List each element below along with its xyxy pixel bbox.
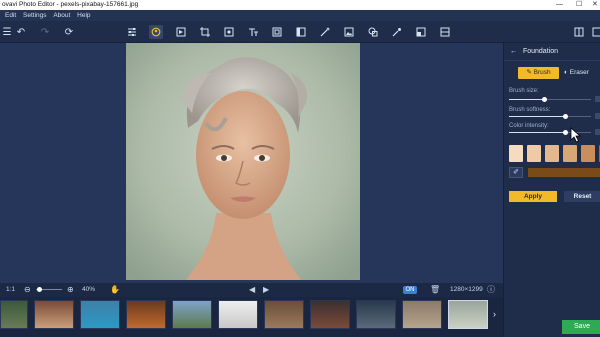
zoom-in-icon[interactable]: ⊕ [67,283,74,297]
slider-fill [509,99,545,100]
slider-knob[interactable] [563,130,569,135]
tab-eraser-label: Eraser [569,69,589,76]
image-canvas[interactable] [0,43,503,283]
magic-icon[interactable] [318,25,332,39]
adjust-icon[interactable] [125,25,139,39]
menu-bar: Edit Settings About Help [0,10,600,21]
swatch-1[interactable] [509,145,523,162]
undo-icon[interactable]: ↶ [14,25,28,39]
eyedropper-icon[interactable]: ✐ [509,167,523,178]
menu-icon[interactable]: ☰ [0,25,14,39]
swatch-3[interactable] [545,145,559,162]
slider-knob[interactable] [563,114,569,119]
scroll-right-icon[interactable]: › [493,309,496,319]
menu-help[interactable]: Help [77,10,90,21]
back-arrow-icon[interactable]: ← [510,48,517,55]
tool-tabs: ✎ Brush ◐ Eraser [518,67,600,79]
slider-end-box [595,113,600,119]
slider-fill [509,116,566,117]
thumbnail-selected[interactable] [448,300,488,329]
menu-about[interactable]: About [53,10,70,21]
split-icon[interactable] [294,25,308,39]
thumbnail[interactable] [402,300,442,329]
thumbnail[interactable] [126,300,166,329]
slider-knob[interactable] [541,97,547,102]
brush-size-label: Brush size: [509,88,539,94]
swatch-5[interactable] [581,145,595,162]
brush-softness-slider[interactable] [509,114,591,119]
compare-icon[interactable] [572,25,586,39]
retouch-icon[interactable] [149,25,163,39]
filmstrip: › [0,297,503,337]
zoom-out-icon[interactable]: ⊖ [24,283,31,297]
panel-title: Foundation [522,48,558,55]
slider-end-box [595,96,600,102]
selected-color-bar[interactable] [528,168,600,177]
thumbnail[interactable] [80,300,120,329]
title-bar: ovavi Photo Editor - pexels-pixabay-1576… [0,0,600,10]
apply-button[interactable]: Apply [509,191,557,202]
brush-softness-label: Brush softness: [509,107,551,113]
tab-brush[interactable]: ✎ Brush [518,67,559,79]
panel-header: ← Foundation [504,43,600,61]
toolbar: ☰ ↶ ↷ ⟳ [0,21,600,43]
maximize-icon[interactable]: ☐ [576,0,582,10]
frame-icon[interactable] [270,25,284,39]
resize-icon[interactable] [414,25,428,39]
crop-icon[interactable] [198,25,212,39]
wand-icon[interactable] [390,25,404,39]
image-dimensions: 1280×1299 [450,286,483,293]
mouse-cursor-icon [570,127,582,143]
zoom-level: 40% [82,286,96,293]
zoom-knob[interactable] [37,287,43,292]
portrait-photo [126,43,360,280]
fullscreen-icon[interactable] [590,25,600,39]
picture-icon[interactable] [342,25,356,39]
thumbnail[interactable] [310,300,350,329]
thumbnail[interactable] [34,300,74,329]
rotate-icon[interactable] [222,25,236,39]
slider-end-box [595,129,600,135]
swatch-2[interactable] [527,145,541,162]
hd-icon[interactable]: ON [403,286,417,294]
thumbnail[interactable] [218,300,258,329]
thumbnail[interactable] [356,300,396,329]
eraser-icon: ◐ [564,69,568,76]
menu-edit[interactable]: Edit [5,10,16,21]
delete-icon[interactable]: 🗑 [430,283,440,297]
slider-fill [509,132,566,133]
reset-button[interactable]: Reset [564,191,600,202]
brush-size-slider[interactable] [509,97,591,102]
effects-icon[interactable] [174,25,188,39]
ratio-button[interactable]: 1:1 [6,283,15,297]
previous-icon[interactable]: ◀ [249,283,255,297]
status-bar: 1:1 ⊖ ⊕ 40% ✋ ◀ ▶ ON 🗑 1280×1299 ⓘ [0,283,503,297]
hand-icon[interactable]: ✋ [110,283,120,297]
next-icon[interactable]: ▶ [263,283,269,297]
tab-eraser[interactable]: ◐ Eraser [564,67,600,79]
foundation-panel: ← Foundation ✎ Brush ◐ Eraser Brush size… [503,43,600,337]
objects-icon[interactable] [366,25,380,39]
swatch-4[interactable] [563,145,577,162]
thumbnail[interactable] [172,300,212,329]
menu-settings[interactable]: Settings [23,10,47,21]
save-button[interactable]: Save [562,320,600,334]
refresh-icon[interactable]: ⟳ [62,25,76,39]
brush-icon: ✎ [526,69,532,76]
minimize-icon[interactable]: — [556,0,563,10]
window-title: ovavi Photo Editor - pexels-pixabay-1576… [2,1,139,8]
close-icon[interactable]: ✕ [592,0,598,10]
color-intensity-label: Color intensity: [509,123,549,129]
layers-icon[interactable] [438,25,452,39]
text-icon[interactable] [246,25,260,39]
tab-brush-label: Brush [533,69,551,76]
thumbnail[interactable] [264,300,304,329]
info-icon[interactable]: ⓘ [487,283,495,297]
thumbnail[interactable] [0,300,28,329]
redo-icon[interactable]: ↷ [38,25,52,39]
